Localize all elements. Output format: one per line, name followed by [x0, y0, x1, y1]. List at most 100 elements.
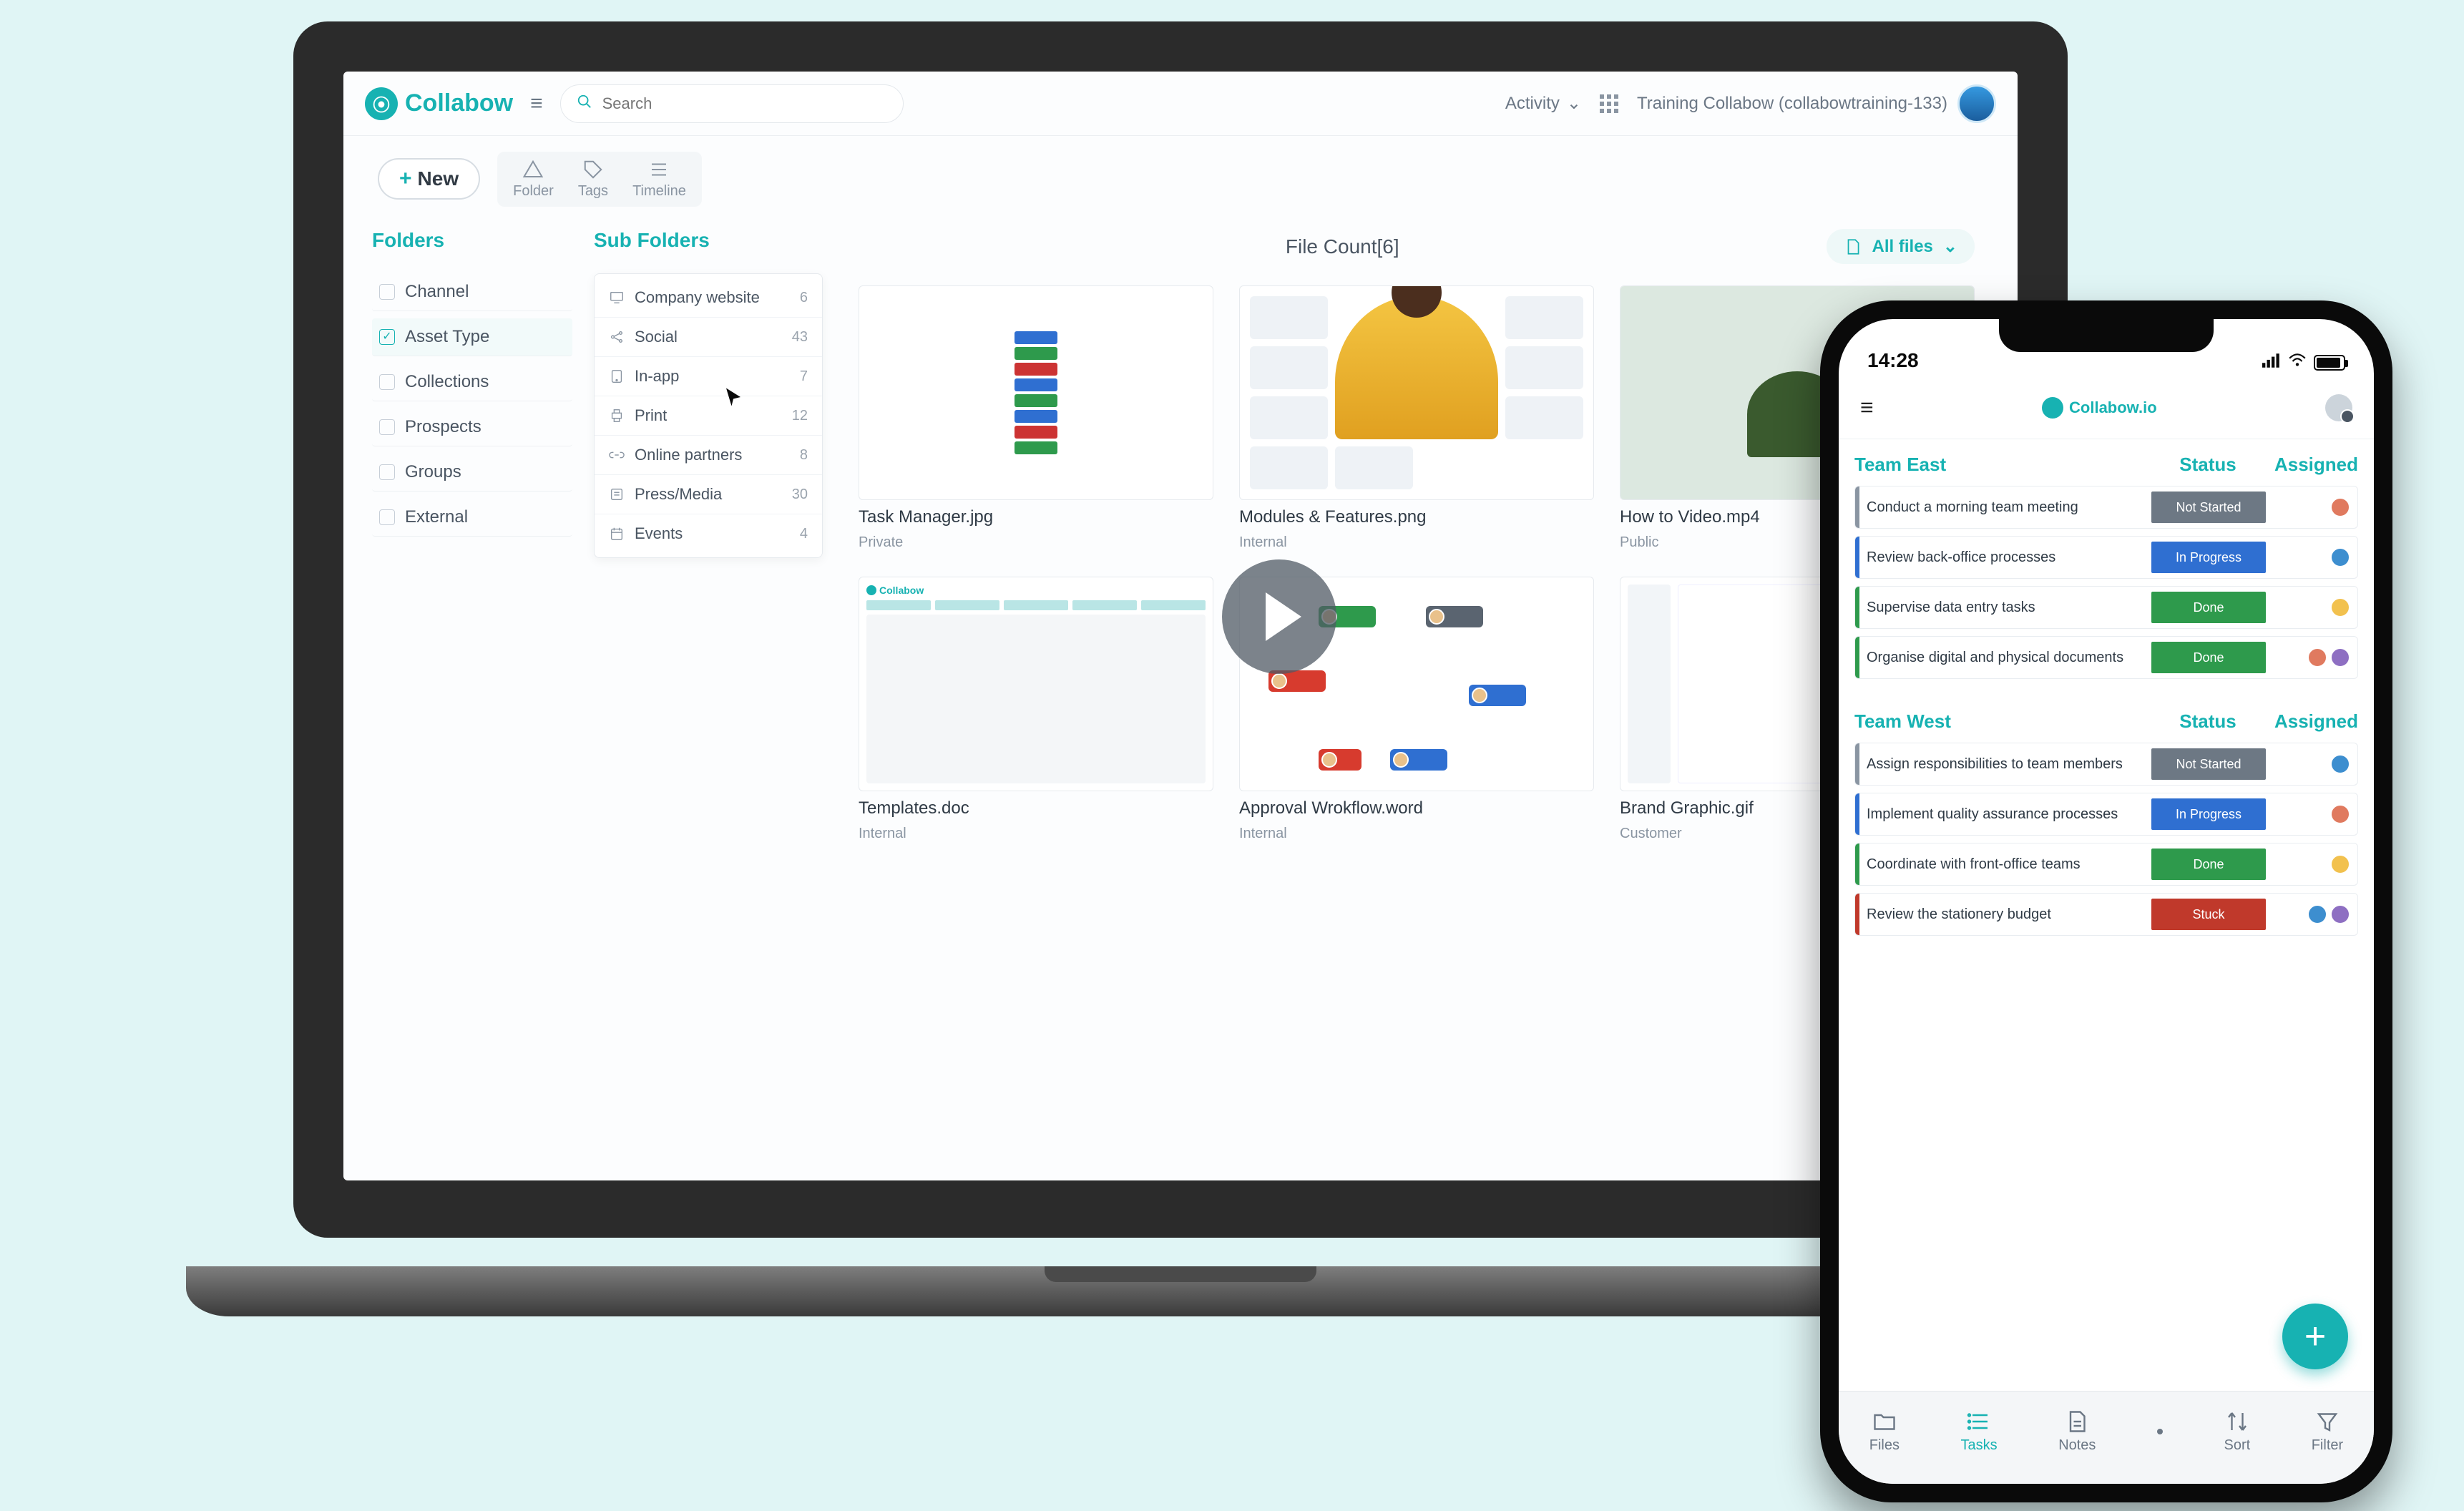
- folder-item[interactable]: External: [372, 499, 572, 537]
- file-card[interactable]: Collabow Templates.doc Internal: [859, 577, 1213, 842]
- subfolder-count: 4: [800, 526, 808, 542]
- subfolders-panel: Sub Folders Company website 6 Social 43 …: [594, 229, 823, 1152]
- status-badge[interactable]: Done: [2151, 642, 2266, 673]
- task-name: Review the stationery budget: [1867, 906, 2144, 923]
- subfolder-count: 8: [800, 447, 808, 464]
- file-count: File Count[6]: [1286, 235, 1399, 258]
- folder-label: Asset Type: [405, 327, 489, 347]
- app-logo[interactable]: ⦿ Collabow: [365, 87, 513, 120]
- subfolder-item[interactable]: In-app 7: [595, 357, 822, 396]
- task-row[interactable]: Organise digital and physical documents …: [1854, 636, 2358, 679]
- fab-add-button[interactable]: +: [2282, 1304, 2348, 1369]
- subfolder-label: Social: [635, 328, 678, 346]
- files-filter[interactable]: All files ⌄: [1827, 229, 1975, 264]
- thumb-template: Collabow: [859, 577, 1213, 791]
- tab-label: Notes: [2058, 1437, 2096, 1454]
- files-filter-label: All files: [1872, 237, 1933, 257]
- status-badge[interactable]: In Progress: [2151, 542, 2266, 573]
- subfolder-item[interactable]: Online partners 8: [595, 436, 822, 475]
- status-badge[interactable]: Stuck: [2151, 899, 2266, 930]
- subfolder-label: Print: [635, 406, 667, 425]
- subfolder-count: 6: [800, 290, 808, 306]
- user-menu[interactable]: Training Collabow (collabowtraining-133): [1637, 84, 1996, 123]
- app-logo[interactable]: Collabow.io: [2042, 397, 2157, 419]
- status-badge[interactable]: Not Started: [2151, 748, 2266, 780]
- tab-tasks[interactable]: Tasks: [1961, 1409, 1998, 1454]
- file-card[interactable]: Modules & Features.png Internal: [1239, 285, 1594, 551]
- task-row[interactable]: Supervise data entry tasks Done: [1854, 586, 2358, 629]
- avatar[interactable]: [2325, 394, 2352, 421]
- task-row[interactable]: Review the stationery budget Stuck: [1854, 893, 2358, 936]
- file-name: Task Manager.jpg: [859, 507, 1213, 527]
- avatar: [2330, 754, 2350, 774]
- cursor-pointer-icon: [723, 386, 744, 408]
- folder-item[interactable]: Asset Type: [372, 318, 572, 356]
- toolbar-timeline[interactable]: Timeline: [632, 159, 686, 200]
- activity-dropdown[interactable]: Activity ⌄: [1505, 93, 1581, 114]
- timeline-icon: [648, 159, 670, 180]
- app-icon: [609, 368, 625, 384]
- subfolder-label: Company website: [635, 288, 760, 307]
- list-icon: [1966, 1409, 1992, 1434]
- assignees[interactable]: [2279, 904, 2357, 924]
- search-field[interactable]: [560, 84, 904, 123]
- menu-icon[interactable]: ≡: [1860, 394, 1874, 421]
- tab-sort[interactable]: Sort: [2224, 1409, 2251, 1454]
- folder-item[interactable]: Prospects: [372, 409, 572, 446]
- task-row[interactable]: Assign responsibilities to team members …: [1854, 743, 2358, 786]
- status-badge[interactable]: In Progress: [2151, 798, 2266, 830]
- column-assigned: Assigned: [2272, 454, 2358, 476]
- play-overlay-icon[interactable]: [1222, 559, 1336, 674]
- plus-icon: +: [399, 167, 412, 191]
- assignees[interactable]: [2279, 597, 2357, 617]
- user-name: Training Collabow (collabowtraining-133): [1637, 94, 1947, 114]
- assignees[interactable]: [2279, 647, 2357, 668]
- avatar: [2330, 904, 2350, 924]
- toolbar-tags[interactable]: Tags: [578, 159, 608, 200]
- toolbar-folder[interactable]: Folder: [513, 159, 554, 200]
- team-header: Team West Status Assigned: [1854, 710, 2358, 733]
- task-row[interactable]: Review back-office processes In Progress: [1854, 536, 2358, 579]
- subfolder-label: Press/Media: [635, 485, 722, 504]
- monitor-icon: [609, 290, 625, 305]
- subfolder-count: 30: [792, 486, 808, 503]
- search-input[interactable]: [602, 94, 887, 113]
- assignees[interactable]: [2279, 754, 2357, 774]
- subfolder-item[interactable]: Company website 6: [595, 278, 822, 318]
- assignees[interactable]: [2279, 497, 2357, 517]
- status-accent: [1855, 587, 1859, 628]
- assignees[interactable]: [2279, 804, 2357, 824]
- tab-bar: Files Tasks Notes Sort Filter: [1839, 1391, 2374, 1484]
- folder-list: Channel Asset Type Collections Prospects…: [372, 273, 572, 537]
- task-row[interactable]: Coordinate with front-office teams Done: [1854, 843, 2358, 886]
- task-row[interactable]: Implement quality assurance processes In…: [1854, 793, 2358, 836]
- tab-files[interactable]: Files: [1869, 1409, 1900, 1454]
- assignees[interactable]: [2279, 854, 2357, 874]
- folder-item[interactable]: Channel: [372, 273, 572, 311]
- subfolder-item[interactable]: Social 43: [595, 318, 822, 357]
- subfolder-item[interactable]: Press/Media 30: [595, 475, 822, 514]
- apps-grid-icon[interactable]: [1598, 93, 1620, 114]
- sort-icon: [2224, 1409, 2250, 1434]
- tab-label: Files: [1869, 1437, 1900, 1454]
- wifi-icon: [2288, 353, 2307, 372]
- tab-notes[interactable]: Notes: [2058, 1409, 2096, 1454]
- file-card[interactable]: Task Manager.jpg Private: [859, 285, 1213, 551]
- status-badge[interactable]: Done: [2151, 592, 2266, 623]
- status-badge[interactable]: Done: [2151, 849, 2266, 880]
- menu-icon[interactable]: ≡: [530, 92, 543, 116]
- folder-item[interactable]: Groups: [372, 454, 572, 492]
- folder-item[interactable]: Collections: [372, 363, 572, 401]
- share-icon: [609, 329, 625, 345]
- new-button[interactable]: + New: [378, 158, 480, 200]
- subfolder-item[interactable]: Events 4: [595, 514, 822, 553]
- subfolders-title: Sub Folders: [594, 229, 823, 252]
- tab-filter[interactable]: Filter: [2312, 1409, 2343, 1454]
- file-scope: Private: [859, 534, 1213, 551]
- task-row[interactable]: Conduct a morning team meeting Not Start…: [1854, 486, 2358, 529]
- status-badge[interactable]: Not Started: [2151, 492, 2266, 523]
- assignees[interactable]: [2279, 547, 2357, 567]
- subfolder-item[interactable]: Print 12: [595, 396, 822, 436]
- tab-label: Filter: [2312, 1437, 2343, 1454]
- folders-panel: Folders Channel Asset Type Collections P…: [372, 229, 572, 1152]
